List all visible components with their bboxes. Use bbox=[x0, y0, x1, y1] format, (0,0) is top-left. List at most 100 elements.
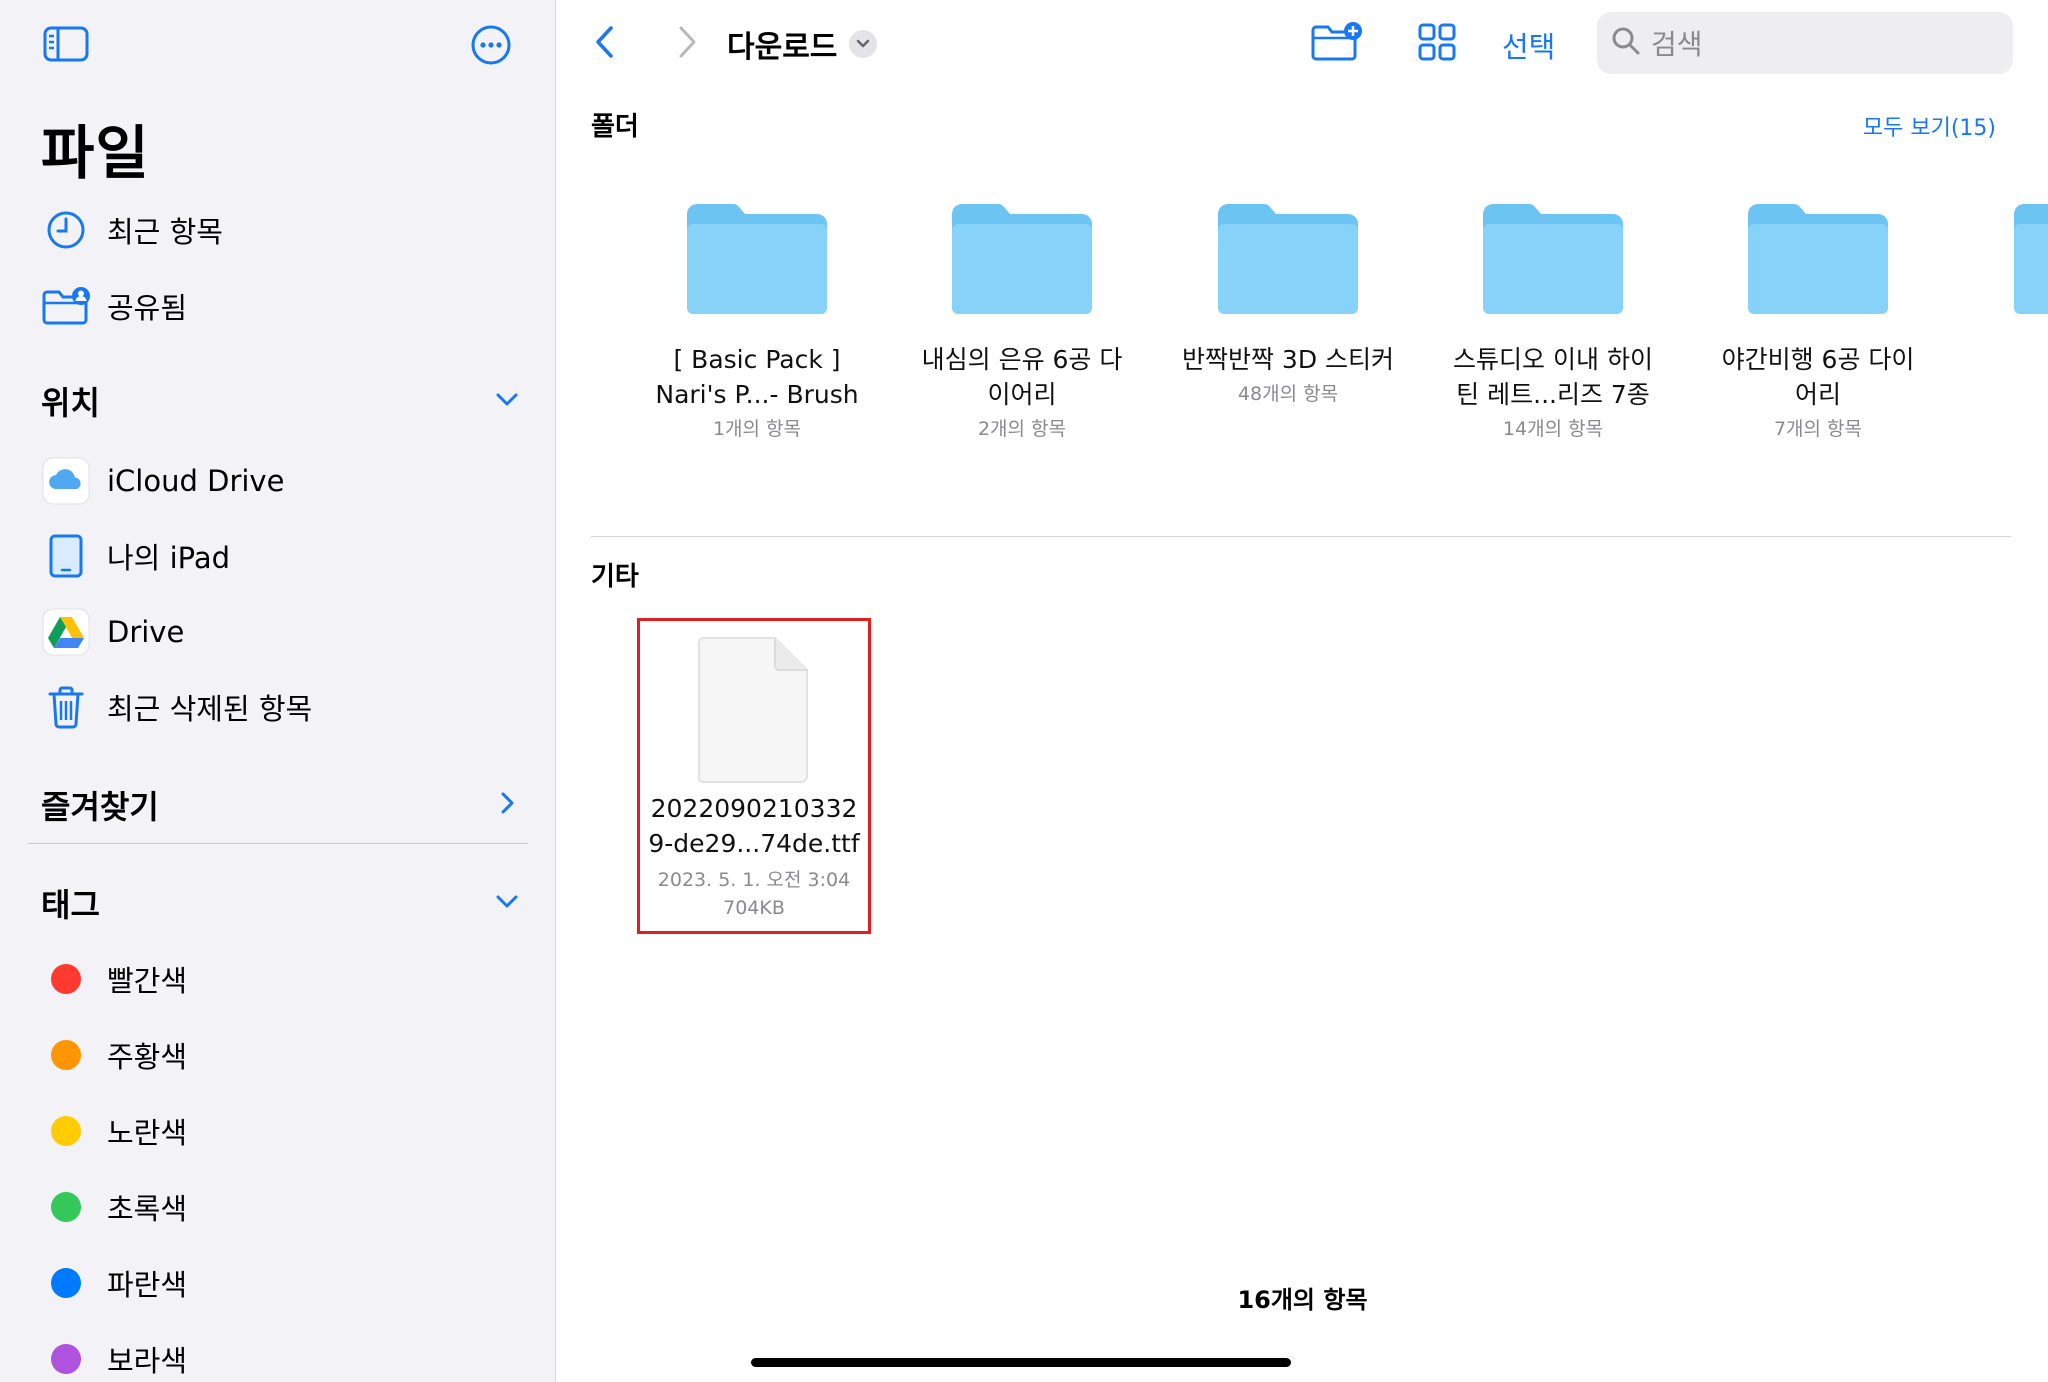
folder-item[interactable]: 야간 1 bbox=[1969, 200, 2048, 401]
tag-item-purple[interactable]: 보라색 bbox=[41, 1330, 521, 1382]
sidebar-item-label: 공유됨 bbox=[107, 291, 188, 325]
file-item-highlighted[interactable]: 2022090210332 9-de29...74de.ttf 2023. 5.… bbox=[637, 618, 871, 934]
sidebar-item-recents[interactable]: 최근 항목 bbox=[41, 201, 521, 259]
new-folder-icon bbox=[1310, 20, 1364, 66]
folders-section-header: 폴더 bbox=[591, 112, 639, 142]
toolbar: 다운로드 선택 검색 bbox=[557, 0, 2048, 90]
folder-name-line: 야간 bbox=[1969, 342, 2048, 377]
back-button[interactable] bbox=[587, 24, 623, 64]
folder-item-count: 2개의 항목 bbox=[977, 418, 1067, 440]
sidebar: 파일 최근 항목 공유됨 위치 iCloud Drive 나의 iPad Dri… bbox=[0, 0, 556, 1382]
icloud-icon bbox=[41, 456, 91, 506]
folder-icon bbox=[1744, 200, 1892, 330]
sidebar-item-label: Drive bbox=[107, 615, 185, 649]
select-button[interactable]: 선택 bbox=[1502, 24, 1555, 66]
google-drive-icon bbox=[41, 607, 91, 657]
tag-item-orange[interactable]: 주황색 bbox=[41, 1026, 521, 1084]
tags-header-label: 태그 bbox=[41, 886, 100, 924]
see-all-link[interactable]: 모두 보기(15) bbox=[1863, 110, 1996, 142]
folder-name-line: [ Basic Pack ] bbox=[673, 345, 841, 374]
tag-item-blue[interactable]: 파란색 bbox=[41, 1254, 521, 1312]
folder-icon bbox=[948, 200, 1096, 330]
view-mode-button[interactable] bbox=[1415, 22, 1459, 66]
sidebar-item-recently-deleted[interactable]: 최근 삭제된 항목 bbox=[41, 678, 521, 736]
home-indicator[interactable] bbox=[751, 1358, 1291, 1367]
tag-color-dot bbox=[51, 1344, 81, 1374]
trash-icon bbox=[41, 682, 91, 732]
folder-item-count: 48개의 항목 bbox=[1237, 383, 1339, 405]
folder-item-count: 7개의 항목 bbox=[1773, 418, 1863, 440]
chevron-right-icon bbox=[675, 24, 699, 64]
tag-label: 노란색 bbox=[107, 1116, 188, 1150]
tag-item-yellow[interactable]: 노란색 bbox=[41, 1102, 521, 1160]
sidebar-item-label: 나의 iPad bbox=[107, 541, 230, 575]
chevron-right-icon[interactable] bbox=[493, 789, 521, 821]
ipad-icon bbox=[41, 531, 91, 581]
sidebar-toggle-icon[interactable] bbox=[42, 24, 90, 64]
locations-header-label: 위치 bbox=[41, 384, 100, 422]
file-size: 704KB bbox=[723, 897, 785, 919]
tag-label: 초록색 bbox=[107, 1192, 188, 1226]
forward-button[interactable] bbox=[669, 24, 705, 64]
clock-icon bbox=[41, 205, 91, 255]
favorites-section-header[interactable]: 즐겨찾기 bbox=[41, 782, 521, 828]
shared-folder-icon bbox=[41, 281, 91, 331]
tag-label: 파란색 bbox=[107, 1268, 188, 1302]
chevron-down-icon[interactable] bbox=[493, 389, 521, 413]
sidebar-divider bbox=[28, 843, 528, 844]
file-name-line: 9-de29...74de.ttf bbox=[648, 829, 860, 858]
item-count-footer: 16개의 항목 bbox=[1237, 1286, 1368, 1314]
sidebar-item-shared[interactable]: 공유됨 bbox=[41, 277, 521, 335]
folder-item[interactable]: 야간비행 6공 다이 어리 7개의 항목 bbox=[1703, 200, 1933, 441]
tag-item-green[interactable]: 초록색 bbox=[41, 1178, 521, 1236]
folder-item-count: 1 bbox=[1969, 379, 2048, 401]
tag-color-dot bbox=[51, 964, 81, 994]
folder-icon bbox=[1214, 200, 1362, 330]
sidebar-title: 파일 bbox=[41, 119, 150, 187]
folder-item[interactable]: 스튜디오 이내 하이 틴 레트...리즈 7종 14개의 항목 bbox=[1438, 200, 1668, 441]
tag-color-dot bbox=[51, 1040, 81, 1070]
folder-name-line: 스튜디오 이내 하이 bbox=[1453, 345, 1653, 374]
folder-item[interactable]: 반짝반짝 3D 스티커 48개의 항목 bbox=[1173, 200, 1403, 406]
sidebar-item-icloud-drive[interactable]: iCloud Drive bbox=[41, 452, 521, 510]
tag-color-dot bbox=[51, 1116, 81, 1146]
file-name-line: 2022090210332 bbox=[650, 794, 858, 823]
tag-label: 주황색 bbox=[107, 1040, 188, 1074]
folder-name-line: 이어리 bbox=[987, 380, 1057, 409]
chevron-down-icon bbox=[849, 30, 878, 58]
folder-item[interactable]: [ Basic Pack ] Nari's P...- Brush 1개의 항목 bbox=[642, 200, 872, 441]
locations-section-header[interactable]: 위치 bbox=[41, 378, 521, 424]
sidebar-item-label: iCloud Drive bbox=[107, 464, 285, 498]
grid-icon bbox=[1417, 22, 1457, 66]
folder-name-line: 반짝반짝 3D 스티커 bbox=[1181, 345, 1395, 374]
folder-title-menu[interactable]: 다운로드 bbox=[727, 22, 878, 66]
folder-icon bbox=[683, 200, 831, 330]
folder-name-line: 야간비행 6공 다이 bbox=[1721, 345, 1915, 374]
sidebar-item-my-ipad[interactable]: 나의 iPad bbox=[41, 527, 521, 585]
folder-item[interactable]: 내심의 은유 6공 다 이어리 2개의 항목 bbox=[907, 200, 1137, 441]
main-content: 다운로드 선택 검색 폴더 모두 보기(15) [ Basic Pack ] N… bbox=[557, 0, 2048, 1382]
other-section-header: 기타 bbox=[591, 562, 639, 592]
tags-section-header[interactable]: 태그 bbox=[41, 880, 521, 926]
sidebar-item-google-drive[interactable]: Drive bbox=[41, 603, 521, 661]
tag-label: 빨간색 bbox=[107, 964, 188, 998]
chevron-left-icon bbox=[593, 24, 617, 64]
sidebar-item-label: 최근 삭제된 항목 bbox=[107, 692, 313, 726]
new-folder-button[interactable] bbox=[1309, 20, 1365, 66]
ellipsis-circle-icon[interactable] bbox=[468, 22, 514, 68]
tag-item-red[interactable]: 빨간색 bbox=[41, 950, 521, 1008]
search-field[interactable]: 검색 bbox=[1597, 12, 2013, 74]
folder-item-count: 1개의 항목 bbox=[712, 418, 802, 440]
folder-icon bbox=[1479, 200, 1627, 330]
folder-name-line: 어리 bbox=[1794, 380, 1841, 409]
section-divider bbox=[591, 536, 2011, 537]
favorites-header-label: 즐겨찾기 bbox=[41, 788, 159, 826]
folder-icon bbox=[2010, 200, 2048, 330]
document-icon bbox=[697, 636, 809, 788]
chevron-down-icon[interactable] bbox=[493, 891, 521, 915]
tag-color-dot bbox=[51, 1268, 81, 1298]
tag-color-dot bbox=[51, 1192, 81, 1222]
search-icon bbox=[1611, 26, 1641, 60]
folder-title: 다운로드 bbox=[727, 30, 838, 65]
search-placeholder: 검색 bbox=[1651, 28, 1703, 61]
